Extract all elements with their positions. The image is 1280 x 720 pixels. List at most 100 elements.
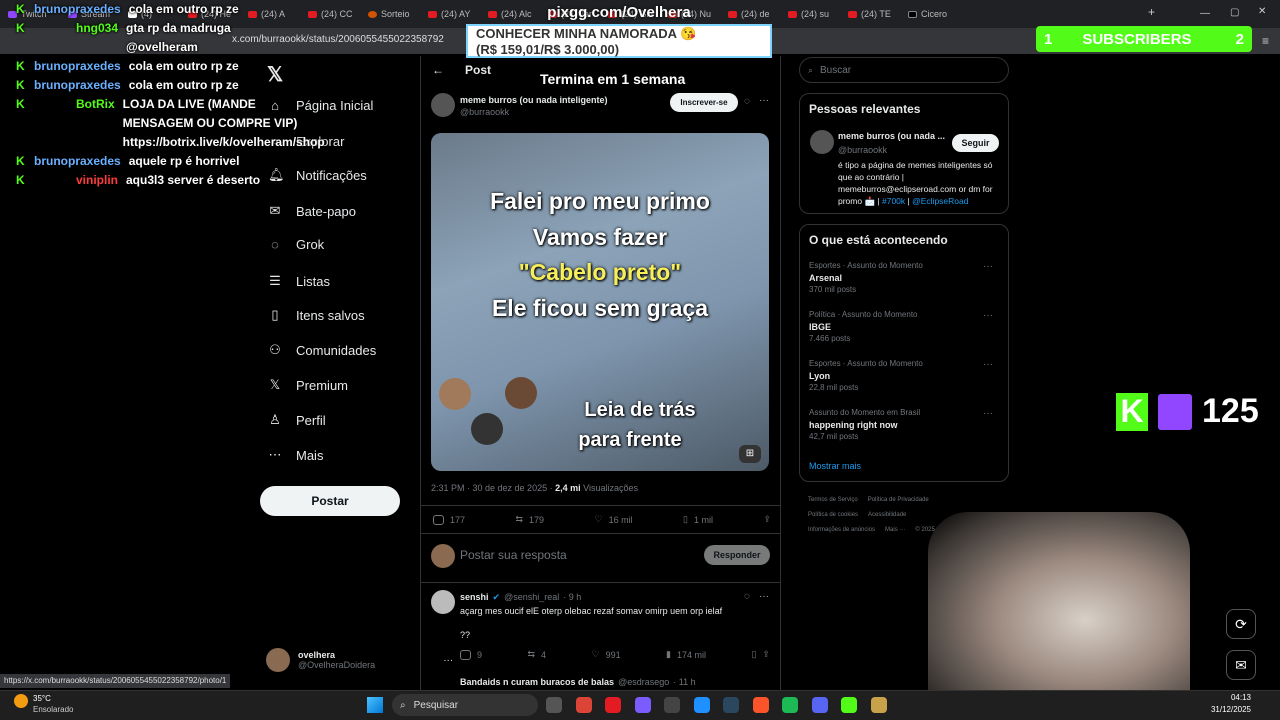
chat-username: hng034 (76, 21, 119, 35)
footer-link[interactable]: Termos de Serviço (808, 493, 858, 508)
tab-favicon-icon (908, 10, 917, 18)
trend-item[interactable]: Esportes · Assunto do Momento Lyon 22,8 mi… (809, 359, 999, 392)
more-options-icon[interactable]: ··· (983, 310, 993, 321)
start-icon[interactable] (367, 697, 383, 713)
repost-action[interactable]: ⇆ 179 (515, 514, 544, 525)
reply-author[interactable]: Bandaids n curam buracos de balas (460, 677, 614, 687)
taskbar-app-icon[interactable] (575, 697, 592, 713)
footer-link[interactable]: Mais ··· (885, 523, 905, 538)
taskbar-app-icon[interactable] (782, 697, 798, 713)
like-action[interactable]: ♡ 991 (591, 649, 620, 660)
taskbar-app-icon[interactable] (841, 697, 857, 713)
reply-button[interactable]: Responder (704, 545, 770, 565)
grok-icon: ◌ (271, 237, 279, 252)
author-name[interactable]: meme burros (ou nada inteligente) (460, 95, 608, 105)
weather-icon[interactable] (14, 694, 28, 708)
trend-item[interactable]: Assunto do Momento em Brasil happening ri… (809, 408, 999, 441)
subscribe-button[interactable]: Inscrever-se (670, 93, 738, 112)
taskbar-app-icon[interactable] (693, 697, 710, 713)
grok-fab-icon[interactable]: ⟳ (1226, 609, 1256, 639)
bio-link[interactable]: @EclipseRoad (912, 196, 968, 206)
rel-name[interactable]: meme burros (ou nada ... (838, 131, 945, 141)
nav-item-perfil[interactable]: ♙ Perfil (268, 412, 325, 428)
like-action[interactable]: ♡ 16 mil (594, 514, 632, 525)
views-action[interactable]: ▮ 174 mil (666, 649, 706, 660)
taskbar-search[interactable]: ⌕ Pesquisar (392, 694, 538, 716)
grok-icon[interactable]: ◌ (744, 591, 750, 602)
close-icon[interactable]: ✕ (1258, 6, 1266, 17)
communities-icon: ⚇ (269, 342, 281, 357)
browser-tab[interactable]: (24) TE (840, 0, 900, 28)
reply-avatar[interactable] (431, 590, 455, 614)
more-options-icon[interactable]: ··· (759, 591, 769, 602)
reply-action[interactable]: 9 (460, 649, 482, 660)
nav-item-listas[interactable]: ☰ Listas (268, 273, 330, 289)
reply-author[interactable]: senshi (460, 592, 489, 603)
repost-action[interactable]: ⇆ 4 (527, 649, 546, 660)
new-tab-icon[interactable]: + (1148, 5, 1155, 19)
more-options-icon[interactable]: ··· (983, 408, 993, 419)
bio-link[interactable]: #700k (882, 196, 905, 206)
nav-item-premium[interactable]: 𝕏 Premium (268, 377, 348, 393)
clock-time[interactable]: 04:13 (1205, 693, 1251, 702)
nav-item-itens-salvos[interactable]: ▯ Itens salvos (268, 307, 364, 323)
nav-item-comunidades[interactable]: ⚇ Comunidades (268, 342, 376, 358)
reply-action[interactable]: 177 (433, 514, 465, 525)
reply-icon (460, 649, 471, 660)
taskbar-app-icon[interactable] (605, 697, 621, 713)
taskbar-app-icon[interactable] (811, 697, 828, 713)
author-avatar[interactable] (431, 93, 455, 117)
nav-item-grok[interactable]: ◌ Grok (268, 237, 324, 252)
grok-icon[interactable]: ◌ (744, 96, 750, 107)
more-options-icon[interactable]: ··· (983, 359, 993, 370)
author-handle[interactable]: @burraookk (460, 107, 509, 117)
footer-link[interactable]: Política de cookies (808, 508, 858, 523)
show-more-link[interactable]: Mostrar mais (809, 461, 861, 471)
taskbar-app-icon[interactable] (870, 697, 887, 713)
menu-icon[interactable]: ≡ (1262, 34, 1269, 48)
weather-temp[interactable]: 35°C (33, 694, 51, 703)
nav-item-bate-papo[interactable]: ✉ Bate-papo (268, 203, 356, 219)
more-options-icon[interactable]: ··· (759, 95, 769, 106)
footer-link[interactable]: Acessibilidade (868, 508, 906, 523)
clock-date[interactable]: 31/12/2025 (1205, 705, 1251, 714)
trend-item[interactable]: Política · Assunto do Momento IBGE 7.466 p… (809, 310, 999, 343)
taskbar-app-icon[interactable] (664, 697, 680, 713)
post-button[interactable]: Postar (260, 486, 400, 516)
search-input[interactable]: ⌕ Buscar (799, 57, 1009, 83)
post-media[interactable]: Falei pro meu primo Vamos fazer "Cabelo … (431, 133, 769, 471)
chat-text: aqu3l3 server é deserto (126, 173, 261, 187)
footer-link[interactable]: Informações de anúncios (808, 523, 875, 538)
more-options-icon[interactable]: ··· (983, 261, 993, 272)
footer-link[interactable]: Política de Privacidade (868, 493, 929, 508)
pixgg-url: pixgg.com/Ovelhera (547, 4, 691, 21)
share-action[interactable]: ⇪ (763, 514, 771, 525)
share-icon[interactable]: ⇪ (762, 649, 770, 660)
follow-button[interactable]: Seguir (952, 134, 999, 152)
avatar[interactable] (810, 130, 834, 154)
minimize-icon[interactable]: — (1200, 8, 1210, 19)
reply-input[interactable]: Postar sua resposta (460, 548, 567, 562)
trend-item[interactable]: Esportes · Assunto do Momento Arsenal 370 … (809, 261, 999, 294)
bookmark-action[interactable]: ▯ ⇪ (751, 649, 770, 660)
taskbar-app-icon[interactable] (546, 697, 562, 713)
reply-handle[interactable]: @esdrasego (618, 677, 669, 687)
browser-tab[interactable]: Sorteio (360, 0, 420, 28)
browser-tab[interactable]: (24) CC (300, 0, 360, 28)
taskbar-app-icon[interactable] (723, 697, 739, 713)
nav-item-mais[interactable]: ⋯ Mais (268, 447, 324, 463)
maximize-icon[interactable]: ▢ (1230, 7, 1239, 18)
reply-time: · 9 h (563, 592, 582, 602)
messages-fab-icon[interactable]: ✉ (1226, 650, 1256, 680)
bookmark-action[interactable]: ▯ 1 mil (683, 514, 713, 525)
reply-handle[interactable]: @senshi_real (504, 592, 559, 603)
taskbar-app-icon[interactable] (752, 697, 769, 713)
browser-tab[interactable]: Cicero (900, 0, 960, 28)
face-sticker (439, 378, 471, 410)
back-arrow-icon[interactable]: ← (432, 63, 444, 77)
browser-tab[interactable]: (24) su (780, 0, 840, 28)
rel-handle[interactable]: @burraookk (838, 145, 887, 155)
more-icon: ⋯ (268, 447, 282, 462)
taskbar-app-icon[interactable] (634, 697, 651, 713)
grok-image-icon[interactable]: ⊞ (739, 445, 761, 463)
